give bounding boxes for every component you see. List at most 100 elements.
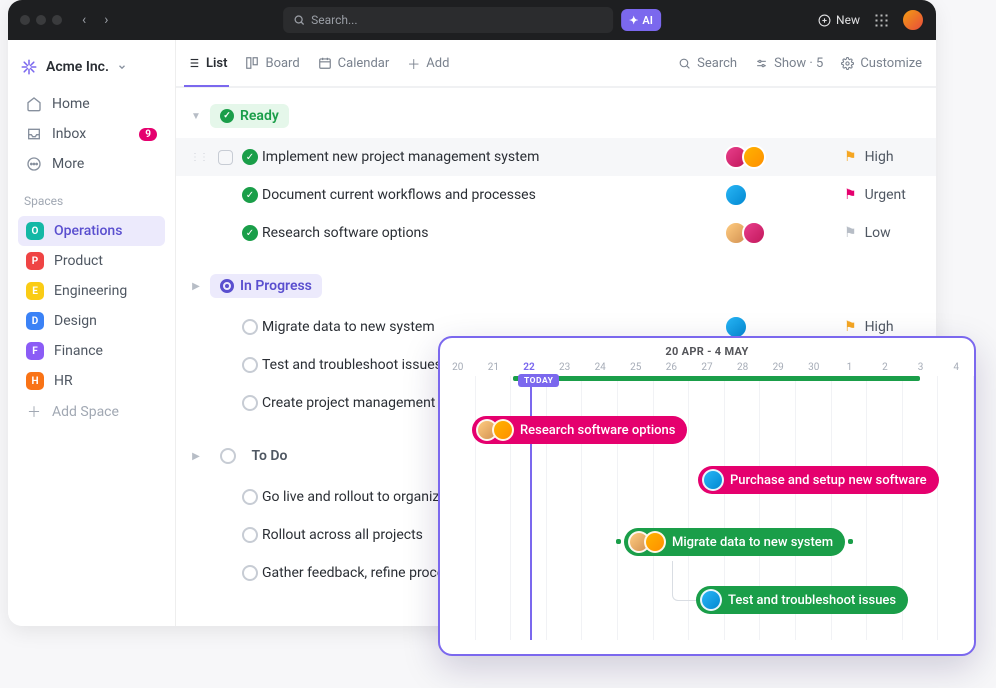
sidebar-space-engineering[interactable]: E Engineering (18, 276, 165, 306)
sidebar-space-product[interactable]: PProduct (18, 246, 165, 276)
plus-icon: ＋ (26, 404, 42, 420)
sidebar-space-operations[interactable]: O Operations (18, 216, 165, 246)
assignee-avatar (492, 419, 514, 441)
list-icon (186, 56, 200, 70)
task-status-icon[interactable] (238, 527, 262, 543)
task-status-icon[interactable]: ✓ (238, 187, 262, 203)
flag-icon: ⚑ (844, 187, 857, 203)
timeline-day: 28 (725, 362, 761, 376)
assignee-avatar[interactable] (724, 183, 748, 207)
task-row[interactable]: ⋮⋮✓Document current workflows and proces… (176, 176, 936, 214)
more-icon (26, 156, 42, 172)
home-icon (26, 96, 42, 112)
priority-label: Low (865, 225, 891, 241)
ai-button[interactable]: ✦ AI (621, 9, 661, 31)
timeline-day: 2 (867, 362, 903, 376)
task-status-icon[interactable] (238, 565, 262, 581)
sidebar-item-home[interactable]: Home (18, 90, 165, 118)
sidebar-item-inbox[interactable]: Inbox 9 (18, 120, 165, 148)
space-badge: E (26, 282, 44, 300)
assignee-avatar[interactable] (742, 221, 766, 245)
task-name[interactable]: Implement new project management system (262, 149, 724, 165)
space-label: Engineering (54, 283, 127, 299)
chevron-down-icon[interactable]: ▶ (188, 281, 204, 292)
timeline-handle[interactable] (848, 539, 853, 544)
view-list[interactable]: List (186, 56, 227, 71)
search-icon (293, 14, 305, 26)
chevron-down-icon[interactable]: ▼ (188, 111, 204, 122)
task-status-icon[interactable]: ✓ (238, 149, 262, 165)
task-name[interactable]: Research software options (262, 225, 724, 241)
assignee-avatar[interactable] (742, 145, 766, 169)
group-header-inprogress[interactable]: ▶In Progress (176, 264, 936, 308)
spaces-section-label: Spaces (18, 180, 165, 214)
task-row[interactable]: ⋮⋮✓Research software options⚑Low (176, 214, 936, 252)
space-badge: O (26, 222, 44, 240)
inbox-icon (26, 126, 42, 142)
timeline-bar-label: Test and troubleshoot issues (728, 593, 896, 608)
gear-icon (841, 57, 854, 70)
view-toolbar: List Board Calendar ＋ Add Search (176, 40, 936, 88)
chevron-down-icon[interactable]: ▶ (188, 451, 204, 462)
priority-label: High (865, 319, 894, 335)
sidebar-item-more[interactable]: More (18, 150, 165, 178)
sidebar-space-hr[interactable]: HHR (18, 366, 165, 396)
inbox-badge: 9 (139, 128, 157, 141)
assignee-avatar (700, 589, 722, 611)
task-priority[interactable]: ⚑ High (844, 319, 924, 335)
nav-forward[interactable]: › (100, 12, 112, 28)
task-name[interactable]: Migrate data to new system (262, 319, 724, 335)
flag-icon: ⚑ (844, 319, 857, 335)
nav-back[interactable]: ‹ (78, 12, 90, 28)
task-status-icon[interactable]: ✓ (238, 225, 262, 241)
view-board[interactable]: Board (245, 56, 299, 71)
task-status-icon[interactable] (238, 395, 262, 411)
add-view-button[interactable]: ＋ Add (407, 54, 449, 73)
new-button[interactable]: New (818, 13, 860, 27)
toolbar-search[interactable]: Search (678, 56, 737, 71)
task-status-icon[interactable] (238, 319, 262, 335)
apps-grid-icon[interactable] (874, 13, 888, 27)
timeline-day: 21 (476, 362, 512, 376)
timeline-bar[interactable]: Migrate data to new system (624, 528, 845, 556)
toolbar-customize[interactable]: Customize (841, 56, 922, 71)
plus-circle-icon (818, 14, 831, 27)
workspace-switcher[interactable]: Acme Inc. (18, 54, 165, 88)
task-status-icon[interactable] (238, 357, 262, 373)
window-controls[interactable] (20, 15, 62, 25)
task-row[interactable]: ⋮⋮ ✓Implement new project management syst… (176, 138, 936, 176)
space-label: Operations (54, 223, 122, 239)
toolbar-show[interactable]: Show · 5 (755, 56, 823, 71)
task-checkbox[interactable] (218, 150, 233, 165)
timeline-today-pill: TODAY (518, 374, 559, 387)
sidebar-space-design[interactable]: DDesign (18, 306, 165, 336)
timeline-body[interactable]: Research software options Purchase and se… (440, 376, 974, 640)
timeline-bar-label: Research software options (520, 423, 675, 438)
assignee-avatar (702, 469, 724, 491)
task-priority[interactable]: ⚑ Low (844, 225, 924, 241)
space-badge: H (26, 372, 44, 390)
sidebar-space-finance[interactable]: FFinance (18, 336, 165, 366)
timeline-handle[interactable] (616, 539, 621, 544)
drag-handle-icon[interactable]: ⋮⋮ (180, 152, 218, 163)
timeline-day: 24 (582, 362, 618, 376)
search-placeholder: Search... (311, 13, 357, 27)
plus-icon: ＋ (407, 54, 420, 73)
chevron-down-icon (117, 62, 127, 72)
task-status-icon[interactable] (238, 489, 262, 505)
timeline-bar[interactable]: Research software options (472, 416, 687, 444)
add-space-button[interactable]: ＋ Add Space (18, 398, 165, 426)
timeline-bar[interactable]: Purchase and setup new software (698, 466, 939, 494)
task-priority[interactable]: ⚑Urgent (844, 187, 924, 203)
space-label: Design (54, 313, 97, 329)
timeline-day: 26 (654, 362, 690, 376)
task-priority[interactable]: ⚑High (844, 149, 924, 165)
user-avatar[interactable] (902, 9, 924, 31)
flag-icon: ⚑ (844, 225, 857, 241)
task-name[interactable]: Document current workflows and processes (262, 187, 724, 203)
timeline-bar[interactable]: Test and troubleshoot issues (696, 586, 908, 614)
global-search[interactable]: Search... (283, 7, 613, 33)
view-calendar[interactable]: Calendar (318, 56, 390, 71)
timeline-day: 25 (618, 362, 654, 376)
group-header-ready[interactable]: ▼✓Ready (176, 94, 936, 138)
